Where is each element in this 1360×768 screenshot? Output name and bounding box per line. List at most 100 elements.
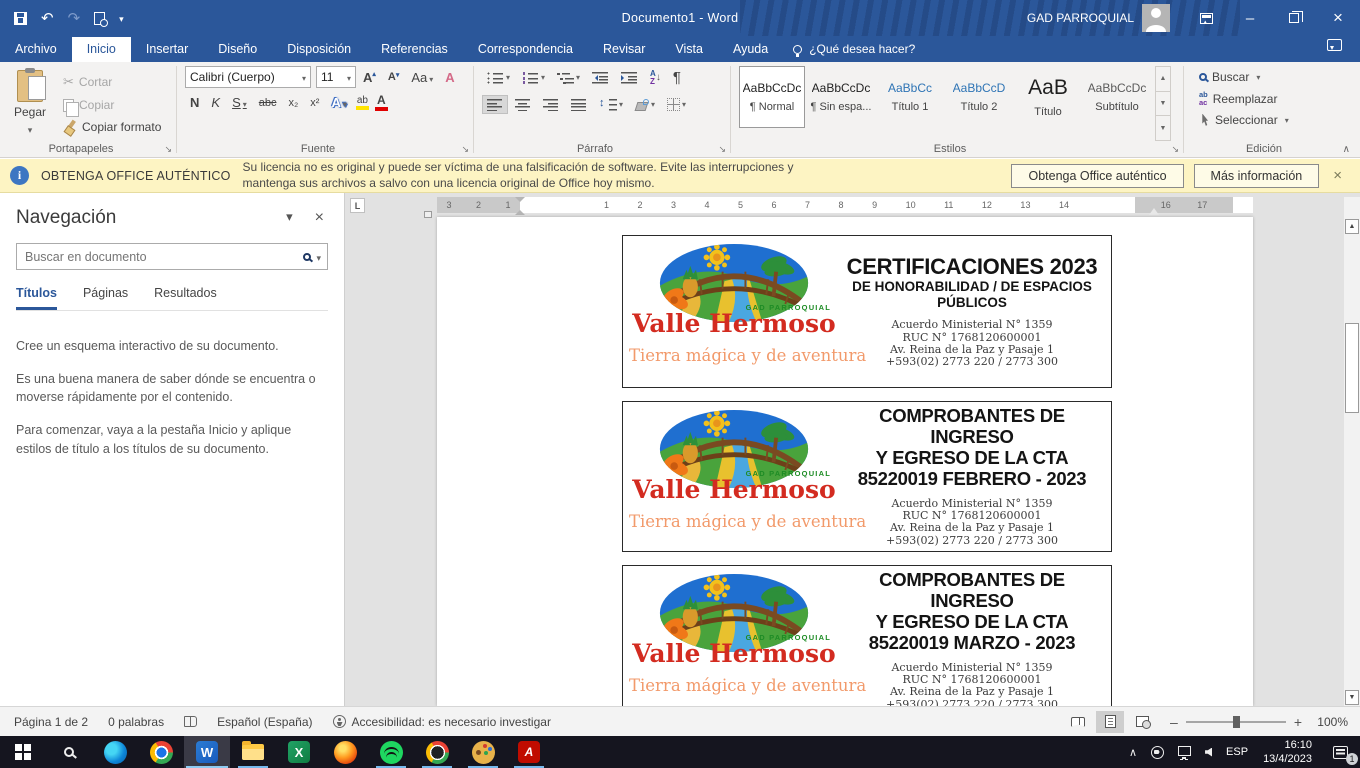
replace-button[interactable]: Reemplazar [1194,89,1344,108]
scroll-down-icon[interactable] [1345,690,1359,705]
underline-button[interactable]: S [227,94,252,111]
avatar[interactable] [1142,4,1170,32]
taskbar-file-explorer[interactable] [230,736,276,768]
scrollbar-thumb[interactable] [1345,323,1359,413]
nav-tab-results[interactable]: Resultados [154,286,217,310]
line-spacing-button[interactable] [594,95,628,114]
superscript-button[interactable]: x² [305,96,324,110]
show-marks-button[interactable] [668,66,686,89]
taskbar-word[interactable] [184,736,230,768]
account-name[interactable]: GAD PARROQUIAL [1027,11,1134,25]
style-heading1[interactable]: AaBbCc Título 1 [877,66,943,128]
change-case-button[interactable]: Aa [406,69,438,86]
search-icon[interactable] [303,253,311,261]
collapse-ribbon-icon[interactable] [1343,144,1350,155]
left-indent-box-marker[interactable] [424,211,432,218]
align-left-button[interactable] [482,95,508,114]
taskbar-excel[interactable] [276,736,322,768]
shading-button[interactable] [630,96,660,114]
web-layout-button[interactable] [1128,711,1156,733]
clear-formatting-button[interactable]: A [440,69,459,86]
vertical-scrollbar[interactable] [1344,197,1360,706]
taskbar-spotify[interactable] [368,736,414,768]
styles-gallery-scroll[interactable]: ▲▼▼ [1155,66,1171,141]
tray-network[interactable] [1171,736,1198,768]
paragraph-dialog-launcher[interactable] [718,144,726,155]
font-size-combo[interactable]: 11 [316,66,356,88]
document-search-box[interactable] [16,243,328,270]
style-title[interactable]: AaB Título [1015,66,1081,128]
styles-dialog-launcher[interactable] [1171,144,1179,155]
nav-tab-titles[interactable]: Títulos [16,286,57,310]
tab-vista[interactable]: Vista [660,37,718,62]
grow-font-button[interactable]: A [358,69,381,86]
strikethrough-button[interactable]: abc [254,96,282,110]
zoom-slider-thumb[interactable] [1233,716,1240,728]
undo-icon[interactable] [41,9,54,27]
find-button[interactable]: Buscar [1194,68,1344,86]
increase-indent-button[interactable] [616,68,643,87]
font-color-button[interactable]: A [373,93,390,112]
taskbar-chrome-profile[interactable] [414,736,460,768]
zoom-in-button[interactable] [1294,714,1302,730]
tab-inicio[interactable]: Inicio [72,37,131,62]
restore-button[interactable] [1272,0,1316,36]
tell-me-box[interactable]: ¿Qué desea hacer? [793,42,915,62]
align-center-button[interactable] [510,95,536,114]
tray-show-hidden-icons[interactable] [1122,736,1144,768]
get-office-button[interactable]: Obtenga Office auténtico [1011,164,1183,188]
word-count[interactable]: 0 palabras [98,715,174,729]
style-normal[interactable]: AaBbCcDc ¶ Normal [739,66,805,128]
tab-ayuda[interactable]: Ayuda [718,37,783,62]
nav-tab-pages[interactable]: Páginas [83,286,128,310]
italic-button[interactable]: K [206,94,225,111]
zoom-out-button[interactable] [1170,714,1178,730]
search-input[interactable] [25,250,303,264]
horizontal-ruler[interactable]: 3 2 1 1 2 3 4 5 6 7 8 9 10 11 12 13 14 1… [437,197,1253,213]
tray-clock[interactable]: 16:10 13/4/2023 [1255,738,1320,767]
taskbar-acrobat[interactable] [506,736,552,768]
style-subtitle[interactable]: AaBbCcDc Subtítulo [1084,66,1150,128]
style-no-spacing[interactable]: AaBbCcDc ¶ Sin espa... [808,66,874,128]
customize-qat-icon[interactable] [119,11,124,25]
start-button[interactable] [0,736,46,768]
taskbar-search-button[interactable] [46,736,92,768]
scroll-up-icon[interactable] [1345,219,1359,234]
close-button[interactable] [1316,0,1360,36]
nav-pane-close-icon[interactable] [315,209,324,227]
tab-insertar[interactable]: Insertar [131,37,203,62]
print-preview-icon[interactable] [94,12,105,25]
tab-disposicion[interactable]: Disposición [272,37,366,62]
borders-button[interactable] [662,95,691,114]
taskbar-edge[interactable] [92,736,138,768]
language-indicator[interactable]: Español (España) [207,715,322,729]
zoom-slider[interactable] [1186,721,1286,723]
shrink-font-button[interactable]: A [383,70,404,84]
text-effects-button[interactable]: A [326,94,351,111]
style-heading2[interactable]: AaBbCcD Título 2 [946,66,1012,128]
sort-button[interactable] [645,67,666,87]
tab-correspondencia[interactable]: Correspondencia [463,37,588,62]
format-painter-button[interactable]: Copiar formato [58,118,166,136]
save-icon[interactable] [14,12,27,25]
page-indicator[interactable]: Página 1 de 2 [4,715,98,729]
indent-marker[interactable] [515,197,525,213]
warning-close-icon[interactable] [1329,167,1350,184]
proofing-button[interactable] [174,716,207,727]
feedback-button[interactable] [1309,39,1360,62]
clipboard-dialog-launcher[interactable] [164,144,172,155]
numbering-button[interactable] [517,68,550,87]
tray-meet-now[interactable] [1144,736,1171,768]
tab-archivo[interactable]: Archivo [0,37,72,62]
tray-notifications[interactable]: 1 [1320,736,1360,768]
minimize-button[interactable] [1228,0,1272,36]
paste-dropdown-icon[interactable] [28,122,33,136]
tab-stop-selector[interactable] [350,198,365,213]
accessibility-checker[interactable]: Accesibilidad: es necesario investigar [323,715,561,729]
document-page[interactable]: Valle HermosoGAD PARROQUIAL Tierra mágic… [437,217,1253,706]
tab-revisar[interactable]: Revisar [588,37,660,62]
search-options-icon[interactable] [316,250,321,264]
print-layout-button[interactable] [1096,711,1124,733]
bold-button[interactable]: N [185,94,204,111]
align-right-button[interactable] [538,95,564,114]
